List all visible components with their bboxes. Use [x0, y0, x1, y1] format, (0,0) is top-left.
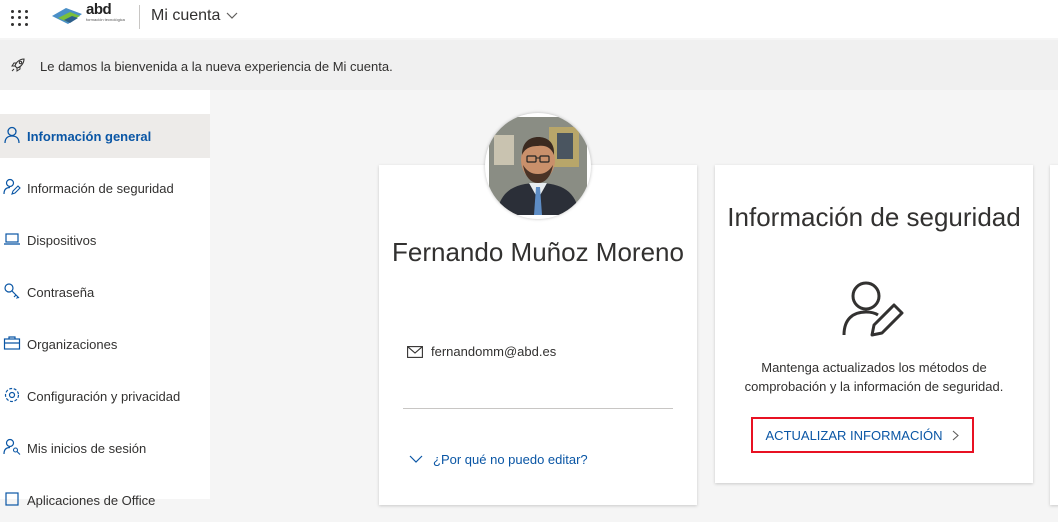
key-icon — [4, 283, 20, 299]
app-title-menu[interactable]: Mi cuenta — [151, 7, 238, 25]
person-key-icon — [3, 438, 21, 455]
sidebar-item-label: Información de seguridad — [27, 180, 174, 196]
chevron-down-icon — [226, 12, 238, 19]
mail-icon — [407, 345, 423, 358]
app-title: Mi cuenta — [151, 7, 221, 24]
profile-email: fernandomm@abd.es — [431, 344, 557, 359]
sidebar-item-label: Configuración y privacidad — [27, 388, 181, 404]
app-launcher-icon[interactable] — [8, 7, 30, 29]
sidebar-item-overview[interactable]: Información general — [0, 114, 210, 158]
briefcase-icon — [3, 336, 21, 350]
sidebar-item-label: Dispositivos — [27, 232, 97, 248]
update-info-label: ACTUALIZAR INFORMACIÓN — [765, 427, 943, 443]
person-edit-icon — [842, 281, 904, 337]
why-cant-edit-label: ¿Por qué no puedo editar? — [433, 452, 588, 467]
rocket-icon — [11, 58, 25, 72]
welcome-banner: Le damos la bienvenida a la nueva experi… — [0, 40, 1058, 90]
logo-subtitle: formación tecnológica — [86, 17, 125, 22]
avatar — [485, 113, 591, 219]
profile-divider — [403, 408, 673, 409]
chevron-down-icon — [409, 455, 423, 463]
sidebar-item-label: Mis inicios de sesión — [27, 440, 147, 456]
sidebar-item-label: Aplicaciones de Office — [27, 492, 156, 508]
security-card-title: Información de seguridad — [727, 202, 1021, 232]
sidebar-nav: Información general Información de segur… — [0, 90, 210, 508]
chevron-right-icon — [953, 430, 960, 440]
logo-text: abd — [86, 1, 112, 18]
profile-name: Fernando Muñoz Moreno — [392, 237, 684, 267]
person-icon — [4, 126, 20, 144]
partial-card — [1050, 165, 1058, 505]
update-info-button[interactable]: ACTUALIZAR INFORMACIÓN — [751, 417, 974, 453]
gear-icon — [4, 387, 20, 403]
office-apps-icon — [5, 492, 19, 506]
banner-text: Le damos la bienvenida a la nueva experi… — [40, 59, 393, 74]
sidebar-item-settings-privacy[interactable]: Configuración y privacidad — [0, 374, 210, 418]
sidebar-item-my-sign-ins[interactable]: Mis inicios de sesión — [0, 426, 210, 470]
sidebar-item-devices[interactable]: Dispositivos — [0, 218, 210, 262]
sidebar-item-office-apps[interactable]: Aplicaciones de Office — [0, 478, 210, 522]
sidebar-item-label: Información general — [27, 128, 152, 144]
security-card-description: Mantenga actualizados los métodos de com… — [744, 360, 1004, 394]
person-edit-icon — [3, 178, 21, 195]
laptop-icon — [4, 233, 20, 245]
sidebar-item-label: Contraseña — [27, 284, 95, 300]
why-cant-edit-link[interactable]: ¿Por qué no puedo editar? — [409, 452, 588, 467]
sidebar-item-security-info[interactable]: Información de seguridad — [0, 166, 210, 210]
sidebar-item-organizations[interactable]: Organizaciones — [0, 322, 210, 366]
profile-email-row: fernandomm@abd.es — [407, 344, 556, 359]
sidebar-item-label: Organizaciones — [27, 336, 118, 352]
sidebar-item-password[interactable]: Contraseña — [0, 270, 210, 314]
header-divider — [139, 5, 140, 29]
top-bar: abd formación tecnológica Mi cuenta — [0, 0, 1058, 38]
